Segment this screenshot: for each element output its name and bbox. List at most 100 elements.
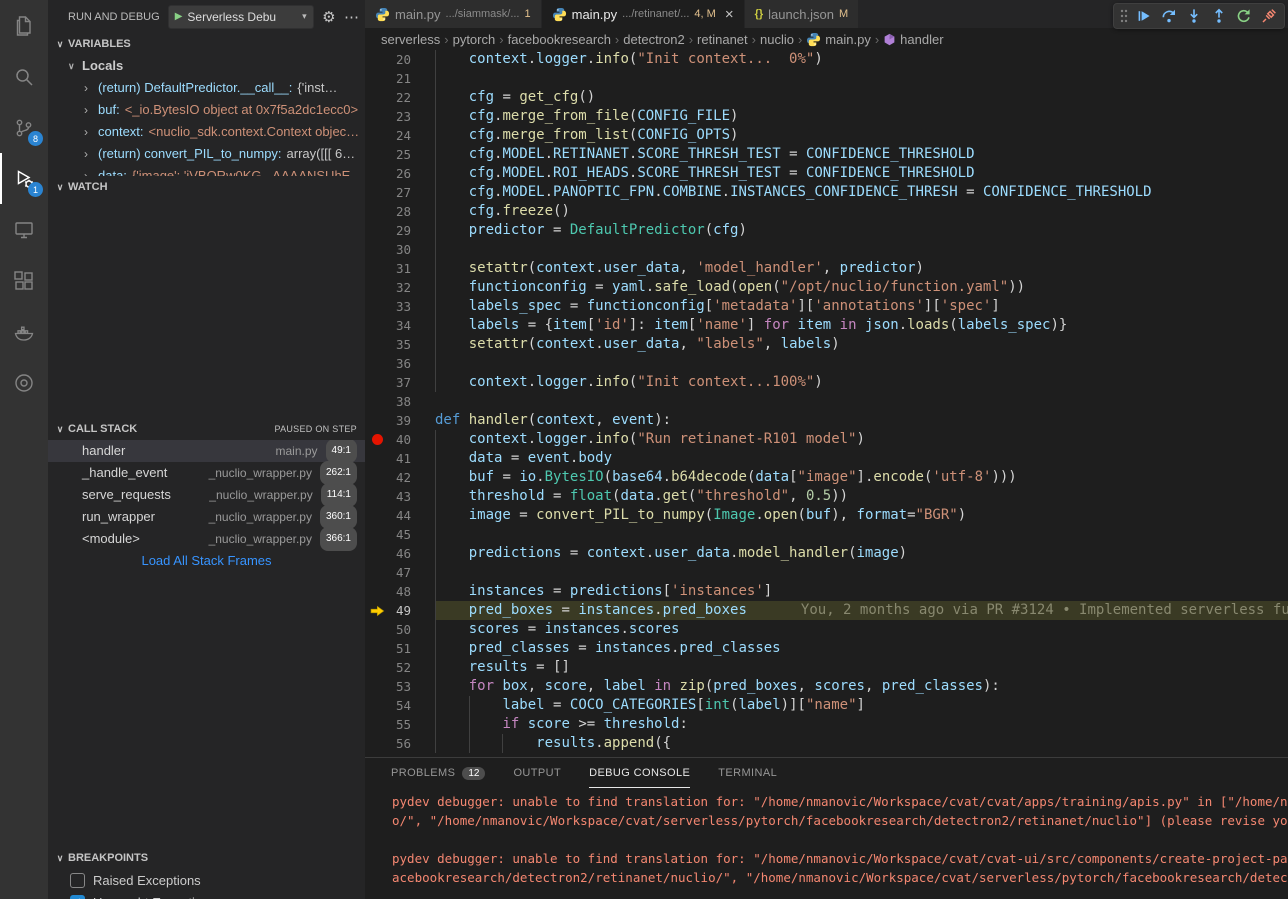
code-line-45[interactable]: 45 <box>365 525 1288 544</box>
breadcrumb-item-pytorch[interactable]: pytorch <box>453 32 496 47</box>
code-line-46[interactable]: 46 predictions = context.user_data.model… <box>365 544 1288 563</box>
gutter[interactable]: 45 <box>365 525 435 544</box>
code-line-27[interactable]: 27 cfg.MODEL.PANOPTIC_FPN.COMBINE.INSTAN… <box>365 183 1288 202</box>
line-content[interactable]: instances = predictions['instances'] <box>435 582 1288 601</box>
line-content[interactable]: for box, score, label in zip(pred_boxes,… <box>435 677 1288 696</box>
breakpoint-icon[interactable] <box>372 434 383 445</box>
gutter[interactable]: 50 <box>365 620 435 639</box>
variables-scope-locals[interactable]: ∨Locals <box>48 55 365 77</box>
code-line-54[interactable]: 54 label = COCO_CATEGORIES[int(label)]["… <box>365 696 1288 715</box>
gutter[interactable]: 33 <box>365 297 435 316</box>
stack-frame-_handle_event[interactable]: _handle_event_nuclio_wrapper.py262:1 <box>48 462 365 484</box>
gutter[interactable]: 35 <box>365 335 435 354</box>
code-line-21[interactable]: 21 <box>365 69 1288 88</box>
code-line-56[interactable]: 56 results.append({ <box>365 734 1288 753</box>
line-content[interactable] <box>435 392 1288 411</box>
gutter[interactable]: 27 <box>365 183 435 202</box>
line-content[interactable]: image = convert_PIL_to_numpy(Image.open(… <box>435 506 1288 525</box>
code-line-25[interactable]: 25 cfg.MODEL.RETINANET.SCORE_THRESH_TEST… <box>365 145 1288 164</box>
gutter[interactable]: 48 <box>365 582 435 601</box>
line-content[interactable]: context.logger.info("Run retinanet-R101 … <box>435 430 1288 449</box>
gutter[interactable]: 40 <box>365 430 435 449</box>
docker-icon[interactable] <box>0 306 48 357</box>
gutter[interactable]: 52 <box>365 658 435 677</box>
line-content[interactable]: cfg.merge_from_file(CONFIG_FILE) <box>435 107 1288 126</box>
code-line-32[interactable]: 32 functionconfig = yaml.safe_load(open(… <box>365 278 1288 297</box>
code-line-48[interactable]: 48 instances = predictions['instances'] <box>365 582 1288 601</box>
extensions-icon[interactable] <box>0 255 48 306</box>
breadcrumb-item-retinanet[interactable]: retinanet <box>697 32 748 47</box>
line-content[interactable]: pred_boxes = instances.pred_boxesYou, 2 … <box>435 601 1288 620</box>
code-line-43[interactable]: 43 threshold = float(data.get("threshold… <box>365 487 1288 506</box>
breakpoint-row-raised-exceptions[interactable]: Raised Exceptions <box>48 869 365 891</box>
code-line-33[interactable]: 33 labels_spec = functionconfig['metadat… <box>365 297 1288 316</box>
code-line-23[interactable]: 23 cfg.merge_from_file(CONFIG_FILE) <box>365 107 1288 126</box>
tab-launch.json-2[interactable]: {}launch.jsonM <box>745 0 860 28</box>
panel-tab-output[interactable]: OUTPUT <box>513 758 561 788</box>
code-line-52[interactable]: 52 results = [] <box>365 658 1288 677</box>
breadcrumb-item-facebookresearch[interactable]: facebookresearch <box>508 32 611 47</box>
code-line-22[interactable]: 22 cfg = get_cfg() <box>365 88 1288 107</box>
gutter[interactable]: 44 <box>365 506 435 525</box>
line-content[interactable] <box>435 240 1288 259</box>
panel-tab-debug-console[interactable]: DEBUG CONSOLE <box>589 758 690 788</box>
code-line-49[interactable]: 49 pred_boxes = instances.pred_boxesYou,… <box>365 601 1288 620</box>
gutter[interactable]: 37 <box>365 373 435 392</box>
gutter[interactable]: 34 <box>365 316 435 335</box>
breakpoint-row-uncaught-exceptions[interactable]: ✓Uncaught Exceptions <box>48 891 365 899</box>
watch-section-header[interactable]: ∨ WATCH <box>48 176 365 198</box>
variables-section-header[interactable]: ∨ VARIABLES <box>48 33 365 55</box>
breadcrumb-item-handler[interactable]: handler <box>883 32 943 47</box>
line-content[interactable]: cfg.merge_from_list(CONFIG_OPTS) <box>435 126 1288 145</box>
line-content[interactable]: label = COCO_CATEGORIES[int(label)]["nam… <box>435 696 1288 715</box>
code-line-28[interactable]: 28 cfg.freeze() <box>365 202 1288 221</box>
gutter[interactable]: 22 <box>365 88 435 107</box>
checkbox[interactable]: ✓ <box>70 895 85 899</box>
gutter[interactable]: 42 <box>365 468 435 487</box>
gutter[interactable]: 28 <box>365 202 435 221</box>
code-line-41[interactable]: 41 data = event.body <box>365 449 1288 468</box>
restart-button[interactable] <box>1233 5 1255 27</box>
source-control-icon[interactable]: 8 <box>0 102 48 153</box>
gutter[interactable]: 55 <box>365 715 435 734</box>
start-debug-icon[interactable]: ▶ <box>175 11 183 22</box>
checkbox[interactable] <box>70 873 85 888</box>
gutter[interactable]: 36 <box>365 354 435 373</box>
continue-button[interactable] <box>1133 5 1155 27</box>
more-actions-icon[interactable]: ⋯ <box>344 8 359 26</box>
step-out-button[interactable] <box>1208 5 1230 27</box>
code-line-44[interactable]: 44 image = convert_PIL_to_numpy(Image.op… <box>365 506 1288 525</box>
code-line-34[interactable]: 34 labels = {item['id']: item['name'] fo… <box>365 316 1288 335</box>
gutter[interactable]: 30 <box>365 240 435 259</box>
line-content[interactable]: cfg.freeze() <box>435 202 1288 221</box>
line-content[interactable]: setattr(context.user_data, 'model_handle… <box>435 259 1288 278</box>
gutter[interactable]: 43 <box>365 487 435 506</box>
explorer-icon[interactable] <box>0 0 48 51</box>
code-line-26[interactable]: 26 cfg.MODEL.ROI_HEADS.SCORE_THRESH_TEST… <box>365 164 1288 183</box>
extension-circle-icon[interactable] <box>0 357 48 408</box>
code-editor[interactable]: 20 context.logger.info("Init context... … <box>365 50 1288 757</box>
gutter[interactable]: 20 <box>365 50 435 69</box>
line-content[interactable]: functionconfig = yaml.safe_load(open("/o… <box>435 278 1288 297</box>
launch-config-dropdown[interactable]: ▶ Serverless Debu ▾ <box>168 5 314 29</box>
line-content[interactable]: buf = io.BytesIO(base64.b64decode(data["… <box>435 468 1288 487</box>
line-content[interactable]: results = [] <box>435 658 1288 677</box>
line-content[interactable] <box>435 354 1288 373</box>
gutter[interactable]: 53 <box>365 677 435 696</box>
line-content[interactable] <box>435 69 1288 88</box>
code-line-55[interactable]: 55 if score >= threshold: <box>365 715 1288 734</box>
line-content[interactable]: pred_classes = instances.pred_classes <box>435 639 1288 658</box>
gutter[interactable]: 39 <box>365 411 435 430</box>
variable-row[interactable]: ›(return) DefaultPredictor.__call__:{'in… <box>48 77 365 99</box>
line-content[interactable]: scores = instances.scores <box>435 620 1288 639</box>
breadcrumb-item-nuclio[interactable]: nuclio <box>760 32 794 47</box>
gutter[interactable]: 56 <box>365 734 435 753</box>
line-content[interactable] <box>435 525 1288 544</box>
line-content[interactable]: def handler(context, event): <box>435 411 1288 430</box>
stack-frame-<module>[interactable]: <module>_nuclio_wrapper.py366:1 <box>48 528 365 550</box>
search-icon[interactable] <box>0 51 48 102</box>
line-content[interactable]: predictions = context.user_data.model_ha… <box>435 544 1288 563</box>
gutter[interactable]: 26 <box>365 164 435 183</box>
step-into-button[interactable] <box>1183 5 1205 27</box>
breakpoints-section-header[interactable]: ∨ BREAKPOINTS <box>48 847 365 869</box>
